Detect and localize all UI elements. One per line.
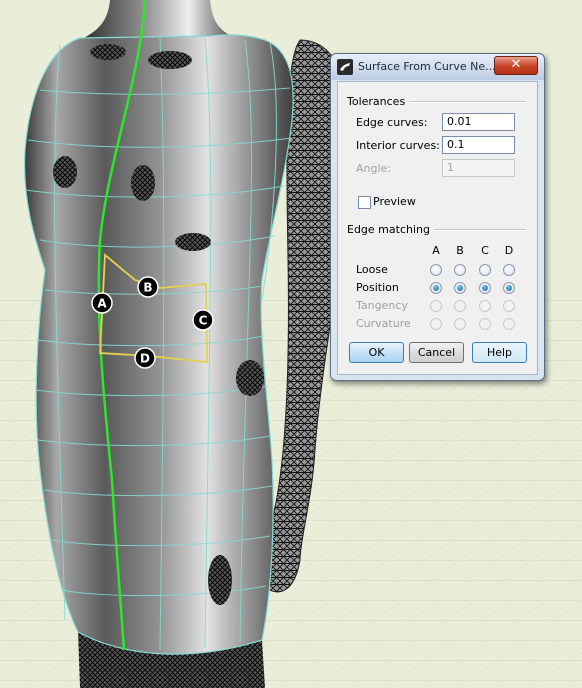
edge-matching-divider [426,229,526,231]
angle-field: 1 [442,159,515,177]
edge-curves-field[interactable]: 0.01 [442,113,515,131]
radio-curvature-d [503,318,515,330]
radio-curvature-b [454,318,466,330]
rhino-app-icon [337,59,353,75]
radio-tangency-d [503,300,515,312]
ok-button[interactable]: OK [349,342,404,363]
radio-loose-d[interactable] [503,264,515,276]
radio-curvature-c [479,318,491,330]
torso-surface [23,34,294,655]
tolerances-divider [402,101,526,103]
callout-A: A [91,292,113,314]
row-label-loose: Loose [356,263,388,276]
preview-checkbox[interactable] [358,196,371,209]
edge-matching-heading: Edge matching [347,223,434,236]
callout-D: D [134,347,156,369]
preview-label[interactable]: Preview [373,195,416,208]
callout-label-A: A [97,297,107,311]
radio-curvature-a [430,318,442,330]
cancel-button[interactable]: Cancel [409,342,464,363]
row-label-curvature: Curvature [356,317,411,330]
close-icon: ✕ [510,57,522,72]
row-label-position: Position [356,281,399,294]
radio-loose-b[interactable] [454,264,466,276]
interior-curves-field[interactable]: 0.1 [442,136,515,154]
close-button[interactable]: ✕ [494,56,538,75]
callout-C: C [192,309,214,331]
radio-loose-a[interactable] [430,264,442,276]
column-label-C: C [481,244,489,257]
radio-position-a[interactable] [430,282,442,294]
radio-position-c[interactable] [479,282,491,294]
callout-label-C: C [199,314,208,328]
radio-position-b[interactable] [454,282,466,294]
callout-B: B [137,276,159,298]
interior-curves-label: Interior curves: [356,139,440,152]
edge-curves-label: Edge curves: [356,116,428,129]
row-label-tangency: Tangency [356,299,408,312]
dialog-title: Surface From Curve Ne... [358,60,496,73]
radio-tangency-a [430,300,442,312]
radio-loose-c[interactable] [479,264,491,276]
callout-label-B: B [143,281,152,295]
radio-tangency-c [479,300,491,312]
callout-label-D: D [140,352,150,366]
column-label-B: B [456,244,464,257]
angle-label: Angle: [356,162,392,175]
tolerances-heading: Tolerances [347,95,410,108]
radio-position-d[interactable] [503,282,515,294]
dialog-body: Tolerances Edge curves: 0.01 Interior cu… [337,81,538,375]
column-label-A: A [432,244,440,257]
column-label-D: D [504,244,514,257]
help-button[interactable]: Help [472,342,527,363]
radio-tangency-b [454,300,466,312]
dialog-titlebar[interactable]: Surface From Curve Ne... ✕ [331,54,544,80]
surface-from-curve-network-dialog: Surface From Curve Ne... ✕ Tolerances Ed… [330,53,545,381]
